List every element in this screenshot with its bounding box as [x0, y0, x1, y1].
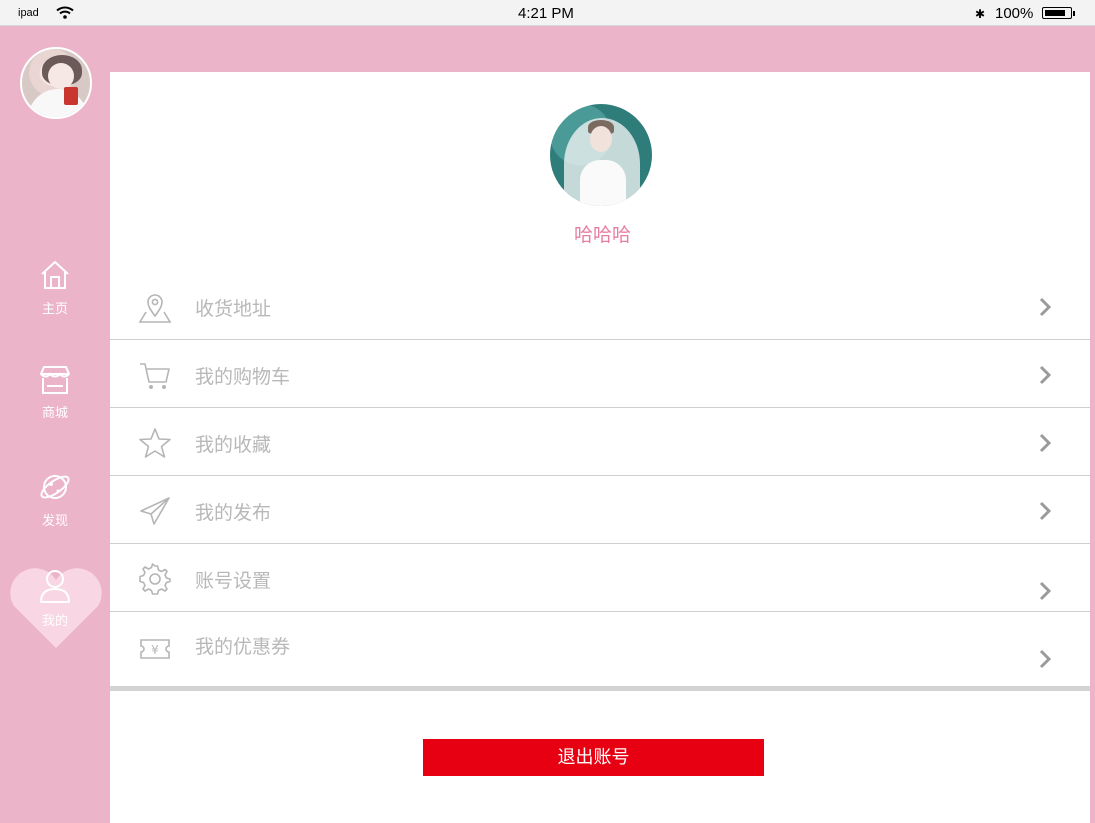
menu-item-posts[interactable]: 我的发布 [110, 476, 1090, 544]
sidebar-item-discover[interactable]: 发现 [0, 470, 110, 529]
user-icon [40, 570, 70, 603]
menu-item-label: 我的收藏 [195, 434, 272, 456]
chevron-right-icon [1039, 649, 1052, 669]
profile-avatar[interactable] [550, 104, 652, 206]
store-icon [40, 366, 70, 394]
sidebar-item-label: 主页 [41, 302, 68, 317]
home-icon [41, 261, 69, 289]
star-icon [139, 428, 171, 458]
chevron-right-icon [1039, 433, 1052, 453]
status-time: 4:21 PM [518, 5, 574, 22]
menu-item-account-settings[interactable]: 账号设置 [110, 544, 1090, 612]
battery-tip [1073, 11, 1075, 16]
sidebar-item-mall[interactable]: 商城 [0, 364, 110, 421]
username: 哈哈哈 [573, 224, 631, 246]
menu-item-label: 收货地址 [195, 298, 272, 320]
svg-text:¥: ¥ [151, 643, 159, 657]
sidebar-item-home[interactable]: 主页 [0, 258, 110, 317]
device-name: ipad [18, 7, 39, 19]
menu-item-label: 账号设置 [195, 570, 272, 592]
main-panel: 哈哈哈 收货地址 我的购物车 我的收藏 我的发布 账号设置 ¥ 我的优惠券 退出… [110, 72, 1095, 823]
coupon-icon: ¥ [140, 639, 170, 659]
wifi-icon [56, 6, 74, 19]
sidebar-avatar[interactable] [20, 47, 92, 119]
sidebar-item-mine[interactable]: 我的 [0, 568, 110, 629]
right-edge-band [1090, 72, 1095, 823]
menu-item-coupons[interactable]: ¥ 我的优惠券 [110, 612, 1090, 684]
menu-item-address[interactable]: 收货地址 [110, 272, 1090, 340]
logout-button[interactable]: 退出账号 [423, 739, 764, 776]
sidebar-item-label: 发现 [41, 514, 68, 529]
menu-item-label: 我的发布 [195, 502, 272, 524]
cart-icon [140, 363, 170, 389]
top-header-band [0, 26, 1095, 72]
menu-item-favorites[interactable]: 我的收藏 [110, 408, 1090, 476]
status-bar: ipad 4:21 PM ✱ 100% [0, 0, 1095, 26]
send-icon [140, 497, 170, 525]
chevron-right-icon [1039, 297, 1052, 317]
battery-icon [1042, 7, 1072, 19]
chevron-right-icon [1039, 501, 1052, 521]
menu-list: 收货地址 我的购物车 我的收藏 我的发布 账号设置 ¥ 我的优惠券 [110, 272, 1090, 684]
planet-icon [40, 475, 70, 499]
chevron-right-icon [1039, 365, 1052, 385]
menu-item-label: 我的购物车 [195, 366, 291, 388]
chevron-right-icon [1039, 581, 1052, 601]
bluetooth-icon: ✱ [975, 7, 986, 21]
battery-percent: 100% [995, 5, 1034, 22]
menu-item-cart[interactable]: 我的购物车 [110, 340, 1090, 408]
gear-icon [139, 563, 171, 595]
sidebar-item-label: 我的 [41, 614, 68, 629]
sidebar-item-label: 商城 [41, 406, 68, 421]
location-icon [138, 294, 172, 323]
menu-item-label: 我的优惠券 [195, 636, 291, 658]
menu-bottom-divider [110, 686, 1090, 691]
sidebar [0, 26, 110, 823]
